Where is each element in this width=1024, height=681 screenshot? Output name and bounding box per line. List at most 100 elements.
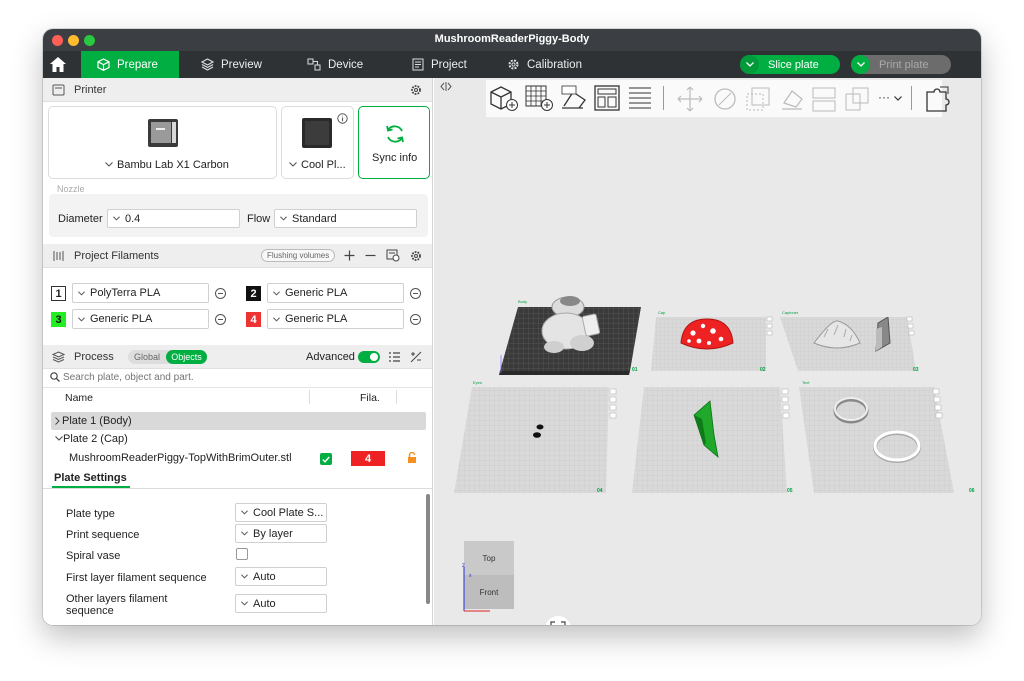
objects-toggle-option[interactable]: Objects: [166, 350, 207, 364]
filament-4-remove-icon[interactable]: [410, 314, 421, 325]
printer-settings-gear-icon[interactable]: [410, 84, 422, 96]
print-dropdown-chevron-icon[interactable]: [851, 55, 870, 74]
filament-2-remove-icon[interactable]: [410, 288, 421, 299]
object-name-label[interactable]: MushroomReaderPiggy-TopWithBrimOuter.stl: [69, 452, 292, 464]
tab-device[interactable]: Device: [307, 51, 363, 78]
filament-1-remove-icon[interactable]: [215, 288, 226, 299]
tab-preview[interactable]: Preview: [201, 51, 262, 78]
nozzle-label: Nozzle: [57, 184, 85, 194]
global-objects-toggle[interactable]: Global Objects: [128, 350, 207, 364]
other-layers-sequence-select[interactable]: Auto: [235, 594, 327, 613]
layers-split-icon[interactable]: [627, 84, 653, 112]
global-toggle-option[interactable]: Global: [128, 352, 166, 362]
plate-5[interactable]: 05: [632, 385, 802, 495]
printer-model-card[interactable]: Bambu Lab X1 Carbon: [48, 106, 277, 179]
filament-1-swatch[interactable]: 1: [51, 286, 66, 301]
compare-icon[interactable]: [410, 351, 422, 363]
flow-select[interactable]: Standard: [274, 209, 417, 228]
expand-right-chevron-icon[interactable]: [55, 417, 60, 425]
printer-section-header: Printer: [43, 78, 432, 102]
more-tools-button[interactable]: ···: [878, 90, 890, 104]
flushing-volumes-button[interactable]: Flushing volumes: [261, 249, 336, 262]
filament-3-remove-icon[interactable]: [215, 314, 226, 325]
auto-orient-icon[interactable]: [559, 84, 589, 112]
view-cube[interactable]: Top Front z x: [462, 541, 514, 612]
spiral-vase-label: Spiral vase: [66, 550, 121, 562]
add-plate-icon[interactable]: [524, 84, 554, 112]
arrange-icon[interactable]: [593, 84, 621, 112]
filament-2-select[interactable]: Generic PLA: [267, 283, 404, 303]
plate-settings-tab[interactable]: Plate Settings: [54, 472, 127, 484]
home-button[interactable]: [43, 51, 73, 78]
expand-down-chevron-icon[interactable]: [55, 436, 63, 441]
search-input[interactable]: [63, 369, 423, 385]
diameter-chevron-icon: [113, 216, 120, 221]
filament-4-swatch[interactable]: 4: [246, 312, 261, 327]
plate-1-row[interactable]: Plate 1 (Body): [51, 412, 426, 430]
plate-4-eyes[interactable]: Eyes 04: [454, 380, 624, 495]
object-filament-badge[interactable]: 4: [351, 451, 385, 466]
svg-text:x: x: [469, 573, 472, 579]
plate-1-body[interactable]: Body 01: [498, 296, 648, 381]
more-tools-chevron-icon[interactable]: [894, 96, 902, 101]
plate-2-label[interactable]: Plate 2 (Cap): [63, 433, 128, 445]
plate-4-number: 04: [597, 488, 603, 494]
rotate-icon[interactable]: [711, 85, 739, 113]
cut-icon[interactable]: [811, 85, 837, 113]
scale-icon[interactable]: [744, 85, 772, 113]
print-sequence-select[interactable]: By layer: [235, 524, 327, 543]
plate-6-bed: [799, 387, 954, 493]
filament-3-select[interactable]: Generic PLA: [72, 309, 209, 329]
tab-prepare[interactable]: Prepare: [81, 51, 179, 78]
filament-settings-gear-icon[interactable]: [410, 250, 422, 262]
filament-1-select[interactable]: PolyTerra PLA: [72, 283, 209, 303]
assembly-puzzle-icon[interactable]: [924, 84, 952, 114]
filament-sync-icon[interactable]: [386, 249, 400, 262]
plate-6-text[interactable]: Text 06: [799, 380, 979, 495]
layers-icon: [201, 58, 214, 71]
object-printable-checkbox[interactable]: [320, 453, 332, 465]
plate-type-setting-select[interactable]: Cool Plate S...: [235, 503, 327, 522]
gear-icon: [508, 59, 519, 70]
plate-5-number: 05: [787, 488, 793, 494]
slice-dropdown-chevron-icon[interactable]: [740, 55, 759, 74]
plate-2-cap[interactable]: Cap 02: [648, 307, 778, 377]
first-layer-sequence-select[interactable]: Auto: [235, 567, 327, 586]
tab-calibration[interactable]: Calibration: [507, 51, 582, 78]
lay-on-face-icon[interactable]: [778, 85, 806, 113]
other-layers-sequence-chevron-icon: [241, 601, 248, 606]
collapse-sidebar-icon[interactable]: [440, 82, 452, 91]
unlock-icon[interactable]: [407, 452, 417, 464]
sync-info-button[interactable]: Sync info: [358, 106, 430, 179]
column-header-fila[interactable]: Fila.: [360, 392, 380, 404]
document-icon: [412, 58, 424, 71]
settings-scrollbar[interactable]: [426, 494, 430, 604]
plate-3-capinner[interactable]: Capinner 03: [780, 307, 930, 377]
plate-type-icon: [302, 118, 332, 148]
add-object-icon[interactable]: [489, 84, 519, 112]
diameter-select[interactable]: 0.4: [107, 209, 240, 228]
list-view-icon[interactable]: [389, 352, 400, 362]
boolean-icon[interactable]: [843, 85, 871, 113]
filament-2-swatch[interactable]: 2: [246, 286, 261, 301]
plate-type-card[interactable]: Cool Pl...: [281, 106, 354, 179]
svg-text:z: z: [462, 563, 465, 569]
column-header-name[interactable]: Name: [65, 392, 93, 404]
advanced-toggle[interactable]: [358, 351, 380, 363]
print-plate-button[interactable]: Print plate: [851, 55, 951, 74]
add-filament-icon[interactable]: [344, 250, 355, 261]
process-section-header: Process Global Objects Advanced: [43, 345, 432, 369]
filament-3-swatch[interactable]: 3: [51, 312, 66, 327]
info-icon[interactable]: [337, 113, 348, 124]
3d-viewport[interactable]: ··· Body 01 Cap 02 Capinner 03 Eyes 04 0…: [434, 78, 981, 625]
remove-filament-icon[interactable]: [365, 250, 376, 261]
camera-reset-button[interactable]: [545, 616, 571, 625]
filament-4-select[interactable]: Generic PLA: [267, 309, 404, 329]
move-icon[interactable]: [676, 85, 704, 113]
spiral-vase-checkbox[interactable]: [236, 548, 248, 560]
column-divider: [309, 390, 310, 404]
process-section-title: Process: [74, 350, 114, 363]
tab-project[interactable]: Project: [412, 51, 467, 78]
slice-plate-button[interactable]: Slice plate: [740, 55, 840, 74]
filament-1-chevron-icon: [78, 290, 85, 295]
